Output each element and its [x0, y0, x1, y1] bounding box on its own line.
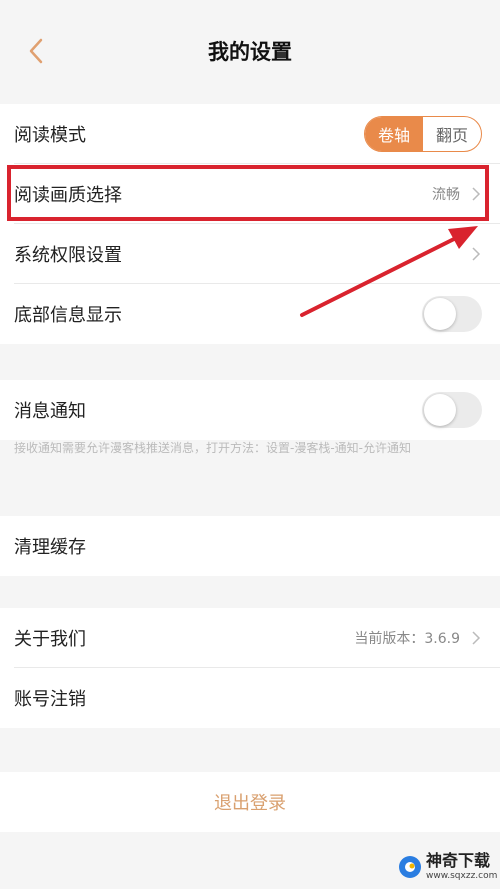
watermark-url: www.sqxzz.com: [426, 871, 498, 881]
watermark: 神奇下载 www.sqxzz.com: [398, 845, 498, 889]
watermark-name: 神奇下载: [426, 851, 491, 870]
watermark-logo-icon: [399, 856, 421, 878]
annotation-arrow-icon: [300, 226, 478, 317]
